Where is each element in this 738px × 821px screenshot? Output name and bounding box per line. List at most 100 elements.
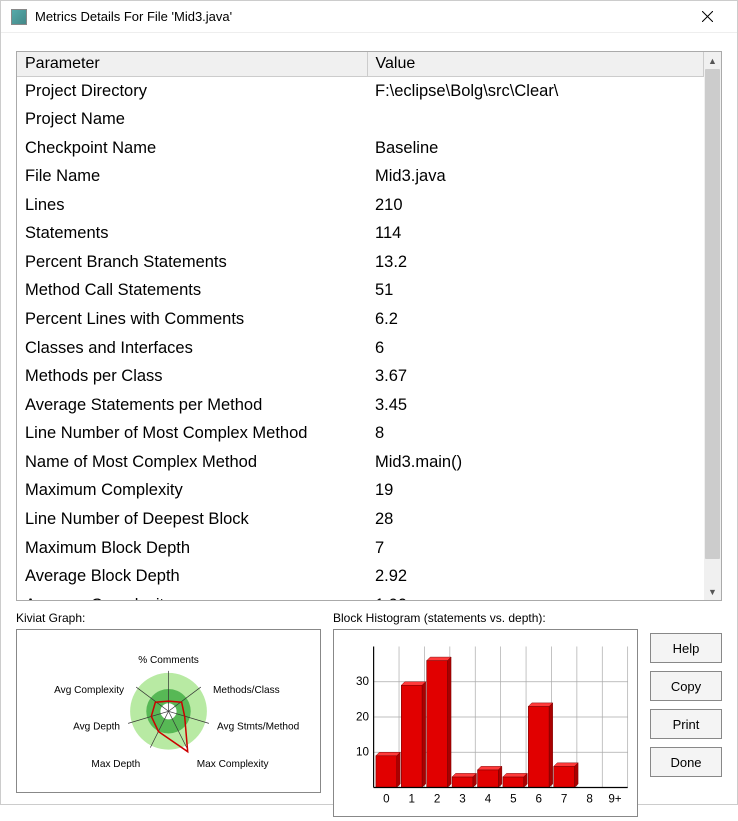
- cell-parameter: Percent Branch Statements: [17, 248, 367, 277]
- table-row[interactable]: File NameMid3.java: [17, 163, 704, 192]
- table-row[interactable]: Percent Branch Statements13.2: [17, 248, 704, 277]
- cell-value: Mid3.java: [367, 163, 704, 192]
- cell-value: 6: [367, 334, 704, 363]
- x-tick-label: 5: [510, 793, 516, 806]
- cell-parameter: Project Directory: [17, 77, 367, 106]
- cell-parameter: Statements: [17, 220, 367, 249]
- x-tick-label: 8: [586, 793, 592, 806]
- cell-value: 13.2: [367, 248, 704, 277]
- close-icon: [702, 11, 713, 22]
- cell-parameter: Project Name: [17, 106, 367, 135]
- x-tick-label: 3: [459, 793, 465, 806]
- cell-value: Baseline: [367, 134, 704, 163]
- cell-value: 3.67: [367, 363, 704, 392]
- table-row[interactable]: Average Block Depth2.92: [17, 563, 704, 592]
- kiviat-graph: % Comments Methods/Class Avg Stmts/Metho…: [16, 629, 321, 793]
- histogram-bar: [401, 685, 422, 787]
- scroll-thumb[interactable]: [705, 69, 720, 559]
- cell-parameter: Name of Most Complex Method: [17, 448, 367, 477]
- x-tick-label: 4: [485, 793, 492, 806]
- cell-value: 1.90: [367, 591, 704, 600]
- histogram-bar: [376, 756, 397, 788]
- histogram-chart: 1020300123456789+: [334, 630, 637, 816]
- kiviat-axis-label: Max Depth: [91, 759, 140, 770]
- dialog-window: Metrics Details For File 'Mid3.java' Par…: [0, 0, 738, 805]
- titlebar: Metrics Details For File 'Mid3.java': [1, 1, 737, 33]
- block-histogram: 1020300123456789+: [333, 629, 638, 817]
- cell-value: 51: [367, 277, 704, 306]
- cell-parameter: Average Statements per Method: [17, 391, 367, 420]
- graphs-row: Kiviat Graph:: [16, 611, 722, 791]
- cell-value: 3.45: [367, 391, 704, 420]
- histogram-bar: [528, 706, 549, 787]
- cell-parameter: Lines: [17, 191, 367, 220]
- table-row[interactable]: Checkpoint NameBaseline: [17, 134, 704, 163]
- cell-value: 19: [367, 477, 704, 506]
- histogram-bar: [554, 766, 575, 787]
- histogram-bar: [478, 770, 499, 788]
- cell-parameter: Average Block Depth: [17, 563, 367, 592]
- close-button[interactable]: [687, 3, 727, 31]
- x-tick-label: 9+: [608, 793, 621, 806]
- cell-value: F:\eclipse\Bolg\src\Clear\: [367, 77, 704, 106]
- table-row[interactable]: Project Name: [17, 106, 704, 135]
- table-row[interactable]: Method Call Statements51: [17, 277, 704, 306]
- cell-parameter: Average Complexity: [17, 591, 367, 600]
- table-row[interactable]: Statements114: [17, 220, 704, 249]
- table-row[interactable]: Line Number of Most Complex Method8: [17, 420, 704, 449]
- histogram-panel: Block Histogram (statements vs. depth): …: [333, 611, 638, 791]
- header-value[interactable]: Value: [367, 52, 704, 77]
- x-tick-label: 2: [434, 793, 440, 806]
- table-row[interactable]: Classes and Interfaces6: [17, 334, 704, 363]
- app-icon: [11, 9, 27, 25]
- metrics-table: Parameter Value Project DirectoryF:\ecli…: [17, 52, 704, 600]
- scroll-down-arrow-icon[interactable]: ▼: [704, 583, 721, 600]
- y-tick-label: 20: [356, 710, 369, 723]
- histogram-label: Block Histogram (statements vs. depth):: [333, 611, 638, 625]
- cell-value: 2.92: [367, 563, 704, 592]
- table-header-row: Parameter Value: [17, 52, 704, 77]
- cell-parameter: Methods per Class: [17, 363, 367, 392]
- help-button[interactable]: Help: [650, 633, 722, 663]
- window-title: Metrics Details For File 'Mid3.java': [35, 9, 687, 24]
- done-button[interactable]: Done: [650, 747, 722, 777]
- histogram-bar: [503, 777, 524, 788]
- cell-value: [367, 106, 704, 135]
- kiviat-axis-label: Avg Depth: [73, 721, 120, 732]
- kiviat-axis-label: % Comments: [138, 655, 199, 666]
- table-row[interactable]: Average Complexity1.90: [17, 591, 704, 600]
- table-row[interactable]: Maximum Complexity19: [17, 477, 704, 506]
- table-row[interactable]: Lines210: [17, 191, 704, 220]
- cell-value: 6.2: [367, 306, 704, 335]
- table-row[interactable]: Average Statements per Method3.45: [17, 391, 704, 420]
- x-tick-label: 0: [383, 793, 390, 806]
- table-row[interactable]: Percent Lines with Comments6.2: [17, 306, 704, 335]
- print-button[interactable]: Print: [650, 709, 722, 739]
- table-row[interactable]: Maximum Block Depth7: [17, 534, 704, 563]
- table-row[interactable]: Methods per Class3.67: [17, 363, 704, 392]
- kiviat-axis-label: Max Complexity: [197, 759, 270, 770]
- kiviat-axis-label: Avg Stmts/Method: [217, 721, 299, 732]
- header-parameter[interactable]: Parameter: [17, 52, 367, 77]
- cell-parameter: Classes and Interfaces: [17, 334, 367, 363]
- table-row[interactable]: Line Number of Deepest Block28: [17, 505, 704, 534]
- cell-parameter: Maximum Block Depth: [17, 534, 367, 563]
- table-row[interactable]: Project DirectoryF:\eclipse\Bolg\src\Cle…: [17, 77, 704, 106]
- kiviat-axis-label: Methods/Class: [213, 685, 280, 696]
- table-row[interactable]: Name of Most Complex MethodMid3.main(): [17, 448, 704, 477]
- cell-parameter: File Name: [17, 163, 367, 192]
- kiviat-axis-label: Avg Complexity: [54, 685, 125, 696]
- x-tick-label: 7: [561, 793, 567, 806]
- cell-value: 114: [367, 220, 704, 249]
- y-tick-label: 30: [356, 675, 369, 688]
- cell-value: 8: [367, 420, 704, 449]
- scroll-up-arrow-icon[interactable]: ▲: [704, 52, 721, 69]
- kiviat-panel: Kiviat Graph:: [16, 611, 321, 791]
- vertical-scrollbar[interactable]: ▲ ▼: [704, 52, 721, 600]
- x-tick-label: 6: [536, 793, 542, 806]
- cell-value: 7: [367, 534, 704, 563]
- histogram-bar: [427, 661, 448, 788]
- cell-parameter: Maximum Complexity: [17, 477, 367, 506]
- cell-parameter: Line Number of Deepest Block: [17, 505, 367, 534]
- copy-button[interactable]: Copy: [650, 671, 722, 701]
